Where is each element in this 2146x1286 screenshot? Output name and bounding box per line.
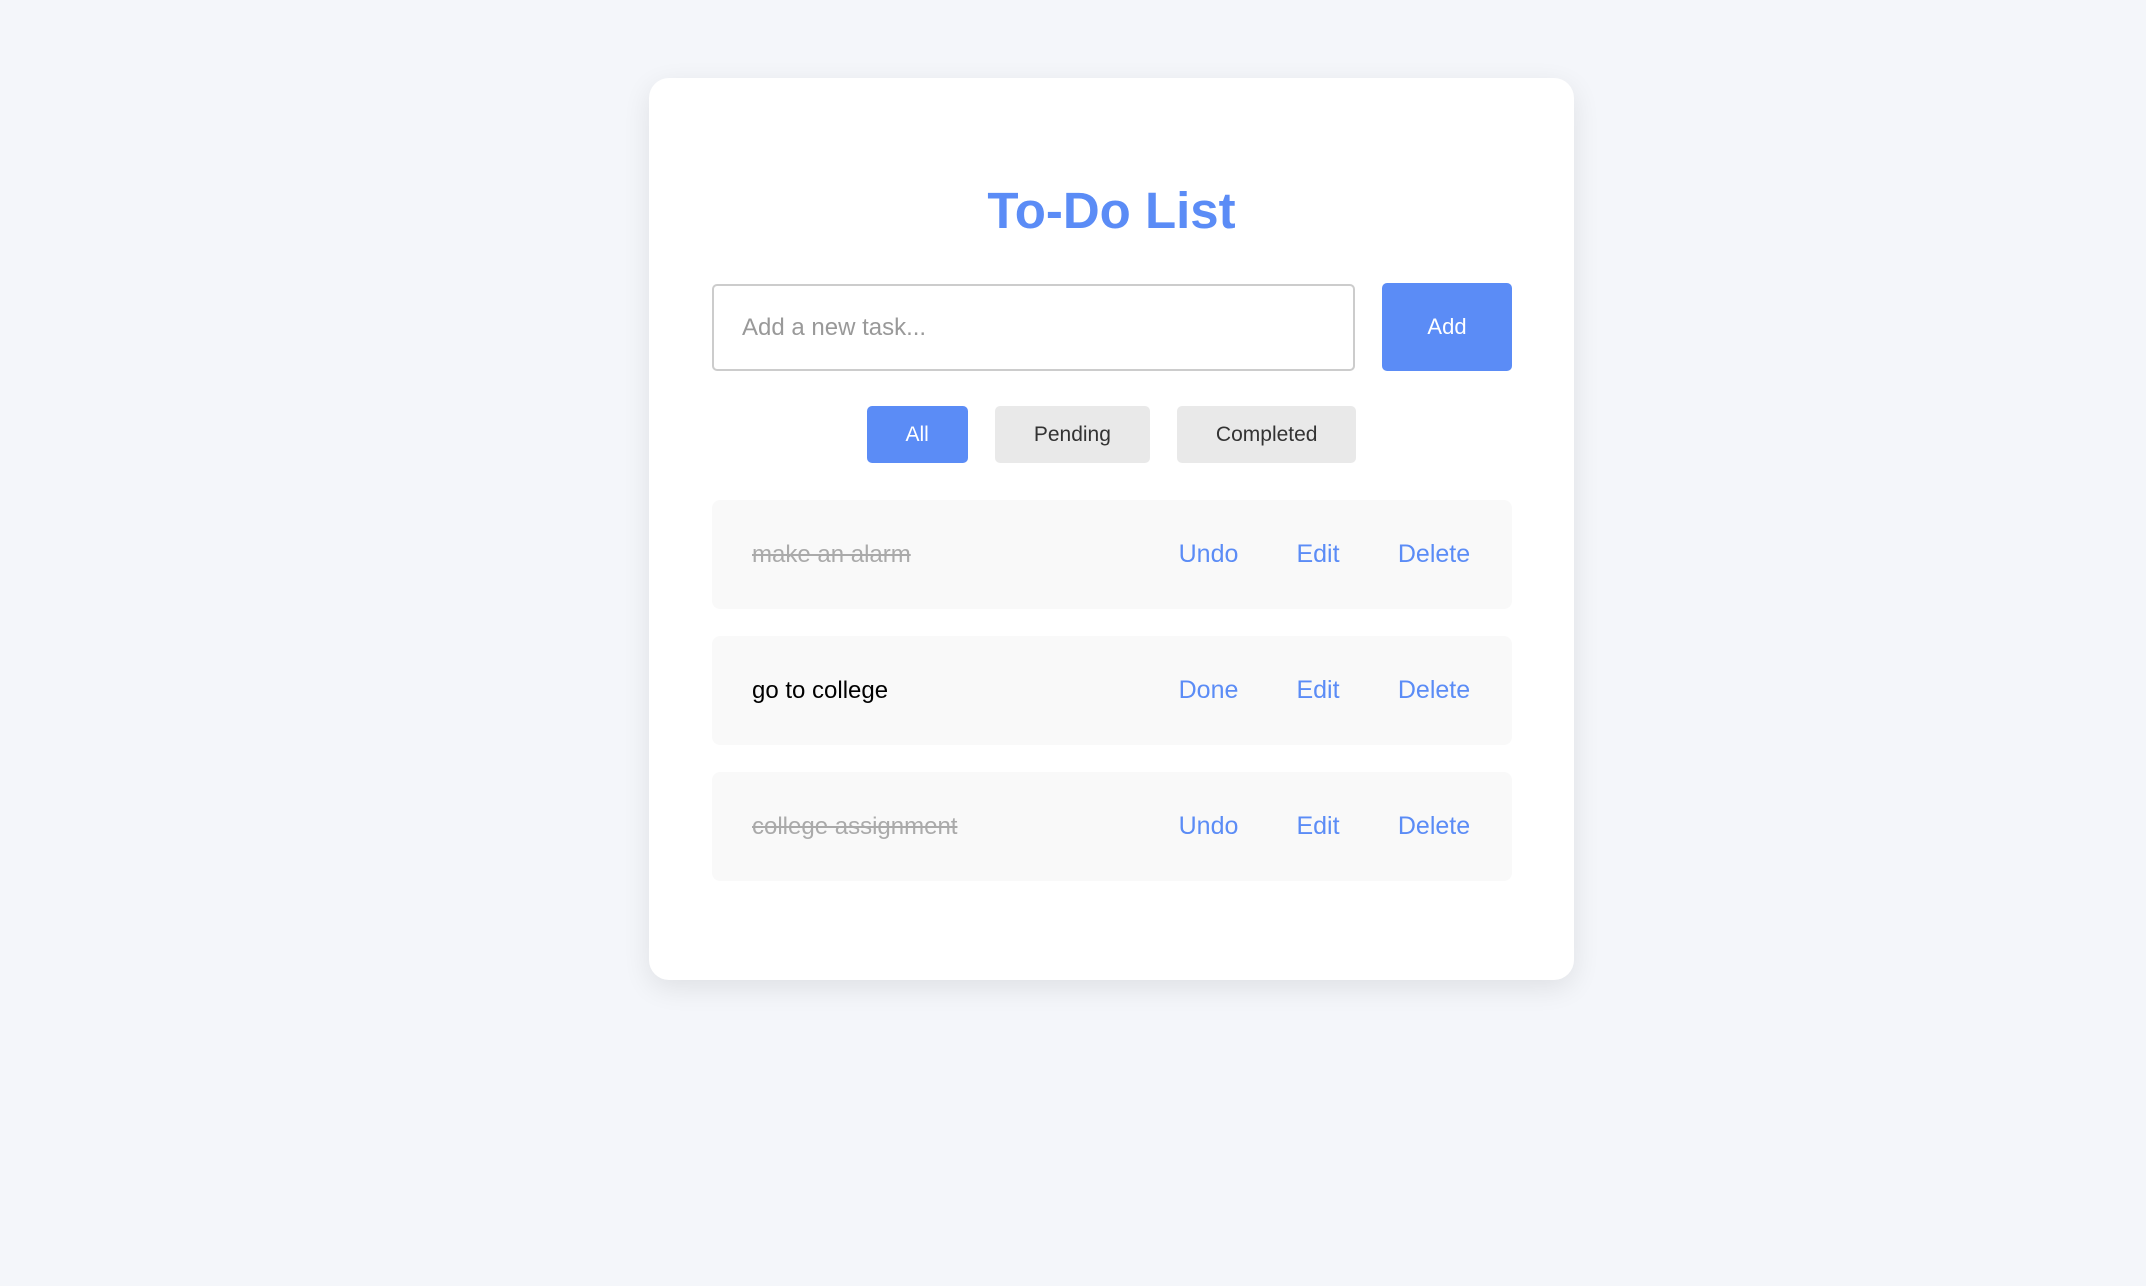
new-task-input[interactable]	[712, 284, 1355, 371]
task-list: make an alarm Undo Edit Delete go to col…	[712, 500, 1512, 908]
task-item: go to college Done Edit Delete	[712, 636, 1512, 745]
task-toggle-button[interactable]: Undo	[1178, 812, 1239, 841]
task-edit-button[interactable]: Edit	[1296, 540, 1340, 569]
task-actions: Done Edit Delete	[1178, 676, 1471, 705]
task-actions: Undo Edit Delete	[1178, 540, 1471, 569]
page-title: To-Do List	[987, 182, 1236, 239]
task-edit-button[interactable]: Edit	[1296, 812, 1340, 841]
task-text: make an alarm	[752, 540, 911, 568]
add-task-button[interactable]: Add	[1382, 283, 1512, 371]
task-item: make an alarm Undo Edit Delete	[712, 500, 1512, 609]
task-toggle-button[interactable]: Done	[1178, 676, 1239, 705]
filter-pending-button[interactable]: Pending	[994, 406, 1150, 463]
task-delete-button[interactable]: Delete	[1397, 812, 1471, 841]
filter-completed-button[interactable]: Completed	[1176, 406, 1357, 463]
todo-card: To-Do List Add All Pending Completed mak…	[649, 78, 1574, 980]
filter-all-button[interactable]: All	[866, 406, 968, 463]
task-text: college assignment	[752, 812, 958, 840]
filter-bar: All Pending Completed	[649, 406, 1574, 463]
task-delete-button[interactable]: Delete	[1397, 676, 1471, 705]
task-item: college assignment Undo Edit Delete	[712, 772, 1512, 881]
task-actions: Undo Edit Delete	[1178, 812, 1471, 841]
task-toggle-button[interactable]: Undo	[1178, 540, 1239, 569]
task-delete-button[interactable]: Delete	[1397, 540, 1471, 569]
task-text: go to college	[752, 676, 889, 704]
task-edit-button[interactable]: Edit	[1296, 676, 1340, 705]
